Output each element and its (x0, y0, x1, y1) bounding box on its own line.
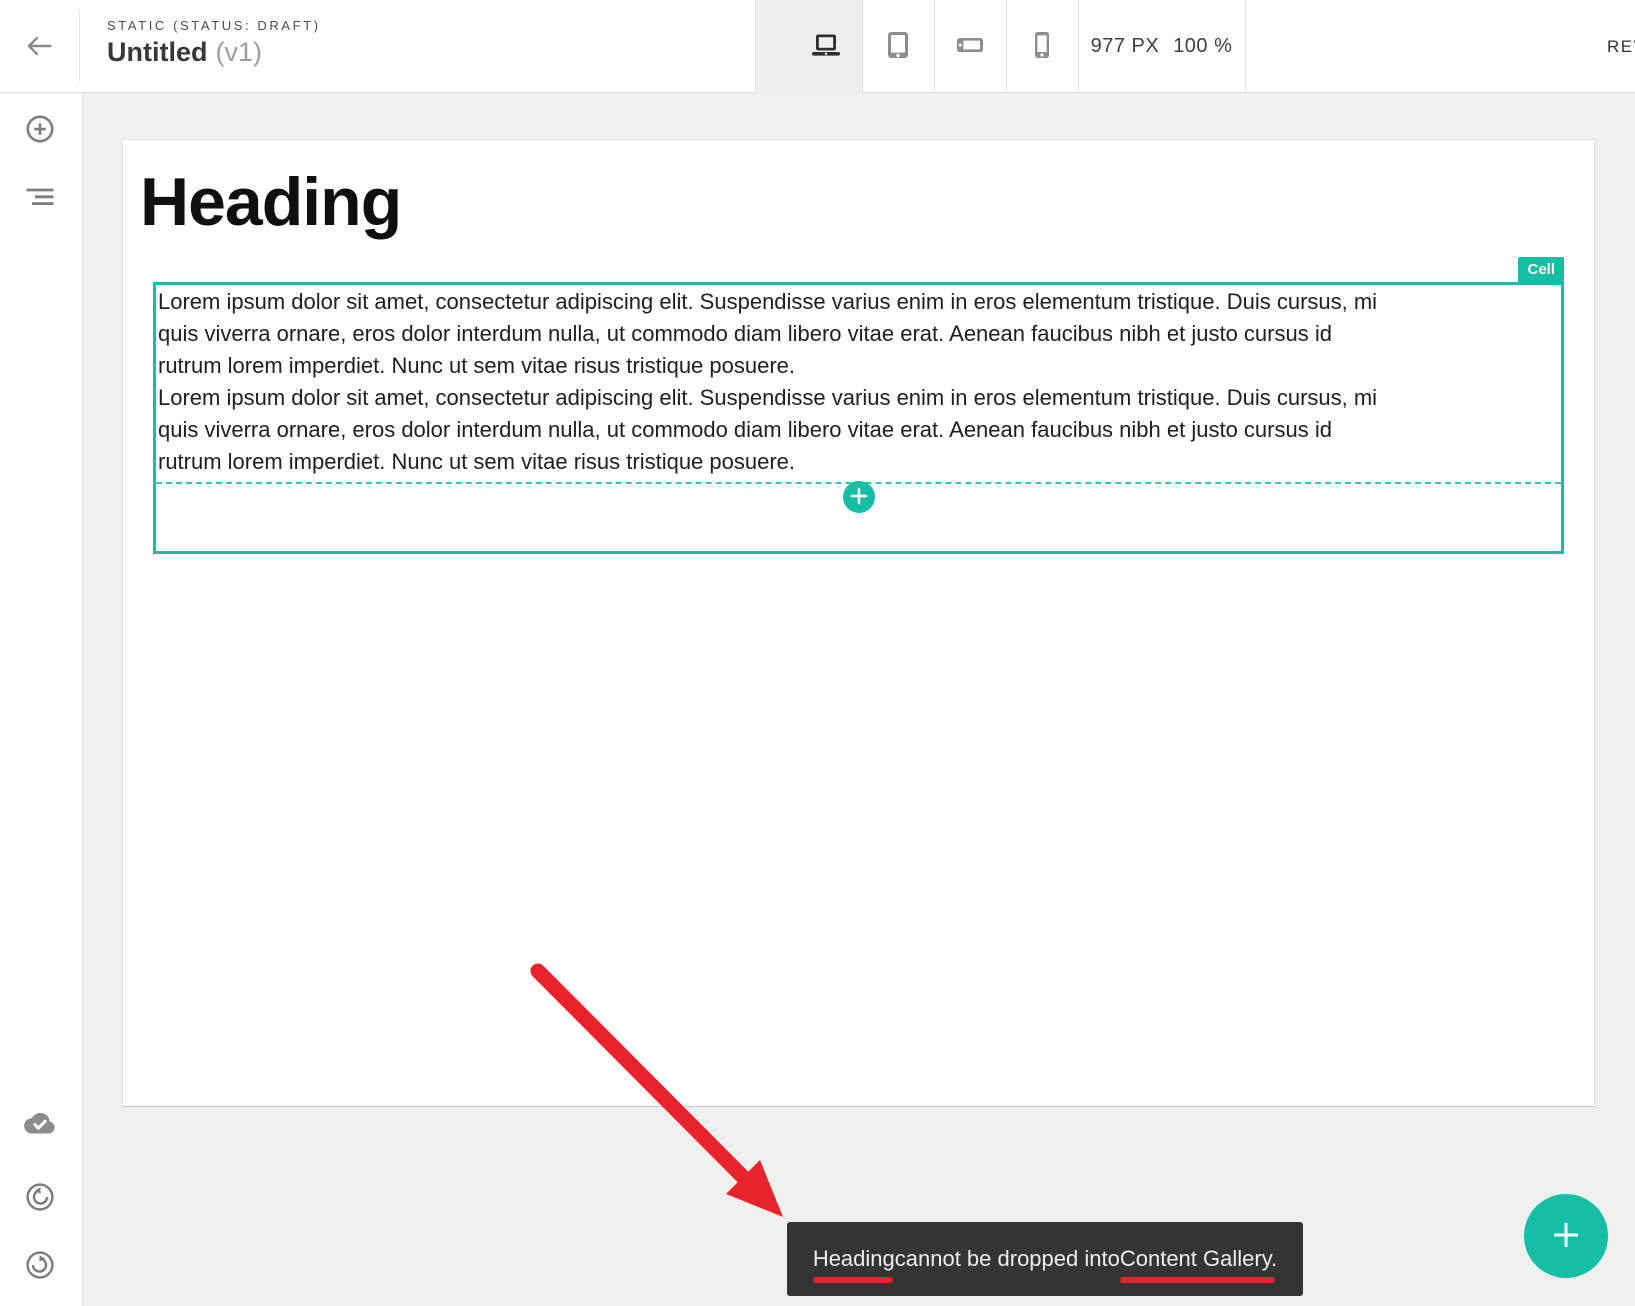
mobile-portrait-icon (1034, 31, 1050, 62)
cloud-check-icon (22, 1109, 58, 1141)
saved-status-indicator (17, 1102, 63, 1148)
page-editor: STATIC (STATUS: DRAFT) Untitled (v1) (0, 0, 1635, 1306)
divider (1245, 0, 1246, 93)
outline-list-icon (26, 185, 54, 212)
toast-word-heading: Heading (813, 1246, 895, 1272)
plus-icon (1547, 1216, 1585, 1257)
viewport-info: 977 PX 100 % (1078, 0, 1245, 93)
paragraph-line: Lorem ipsum dolor sit amet, consectetur … (158, 286, 1561, 318)
paragraph-line: Lorem ipsum dolor sit amet, consectetur … (158, 382, 1561, 414)
redo-icon (25, 1250, 55, 1283)
review-button[interactable]: REVIEW (1607, 0, 1635, 93)
heading-component[interactable]: Heading (140, 164, 401, 240)
divider (862, 0, 863, 93)
undo-button[interactable] (17, 1175, 63, 1221)
mobile-landscape-icon (956, 37, 984, 56)
selected-cell[interactable]: Cell Lorem ipsum dolor sit amet, consect… (153, 282, 1564, 554)
annotation-underline-heading (813, 1277, 893, 1283)
viewport-width-value: 977 PX (1091, 35, 1160, 58)
paragraph-line: rutrum lorem imperdiet. Nunc ut sem vita… (158, 446, 1561, 478)
back-button[interactable] (16, 24, 62, 70)
divider (79, 10, 80, 82)
tablet-icon (887, 31, 909, 62)
paragraph-line: quis viverra ornare, eros dolor interdum… (158, 414, 1561, 446)
divider (934, 0, 935, 93)
redo-button[interactable] (17, 1243, 63, 1289)
cell-badge: Cell (1518, 257, 1564, 282)
add-fab[interactable] (1524, 1194, 1608, 1278)
laptop-icon (811, 34, 841, 60)
undo-icon (25, 1182, 55, 1215)
page-title: Untitled (107, 37, 208, 67)
topbar: STATIC (STATUS: DRAFT) Untitled (v1) (0, 0, 1635, 93)
divider (755, 0, 756, 93)
toast-word-heading-text: Heading (813, 1246, 895, 1271)
text-component[interactable]: Lorem ipsum dolor sit amet, consectetur … (156, 285, 1561, 478)
outline-view-button[interactable] (17, 175, 63, 221)
toast-word-content-gallery: Content Gallery. (1120, 1246, 1277, 1272)
device-tablet-button[interactable] (876, 0, 920, 93)
annotation-underline-content-gallery (1120, 1277, 1275, 1283)
toast-notification: Heading cannot be dropped into Content G… (787, 1222, 1303, 1296)
left-toolbar (0, 93, 83, 1306)
zoom-level-value: 100 % (1173, 35, 1232, 58)
paragraph-line: quis viverra ornare, eros dolor interdum… (158, 318, 1561, 350)
device-mobile-portrait-button[interactable] (1020, 0, 1064, 93)
page-canvas[interactable]: Heading Cell Lorem ipsum dolor sit amet,… (122, 139, 1595, 1107)
status-label: STATIC (STATUS: DRAFT) (107, 18, 321, 33)
plus-icon (850, 487, 868, 508)
back-arrow-icon (24, 31, 54, 64)
paragraph-line: rutrum lorem imperdiet. Nunc ut sem vita… (158, 350, 1561, 382)
page-title-block: STATIC (STATUS: DRAFT) Untitled (v1) (107, 18, 321, 68)
device-mobile-landscape-button[interactable] (948, 0, 992, 93)
device-desktop-button[interactable] (804, 0, 848, 93)
add-component-rail-button[interactable] (17, 107, 63, 153)
toast-text-middle: cannot be dropped into (895, 1246, 1120, 1272)
toast-word-content-gallery-text: Content Gallery. (1120, 1246, 1277, 1271)
page-version: (v1) (216, 37, 263, 67)
circle-plus-icon (25, 114, 55, 147)
divider (1006, 0, 1007, 93)
add-component-button[interactable] (843, 481, 875, 513)
